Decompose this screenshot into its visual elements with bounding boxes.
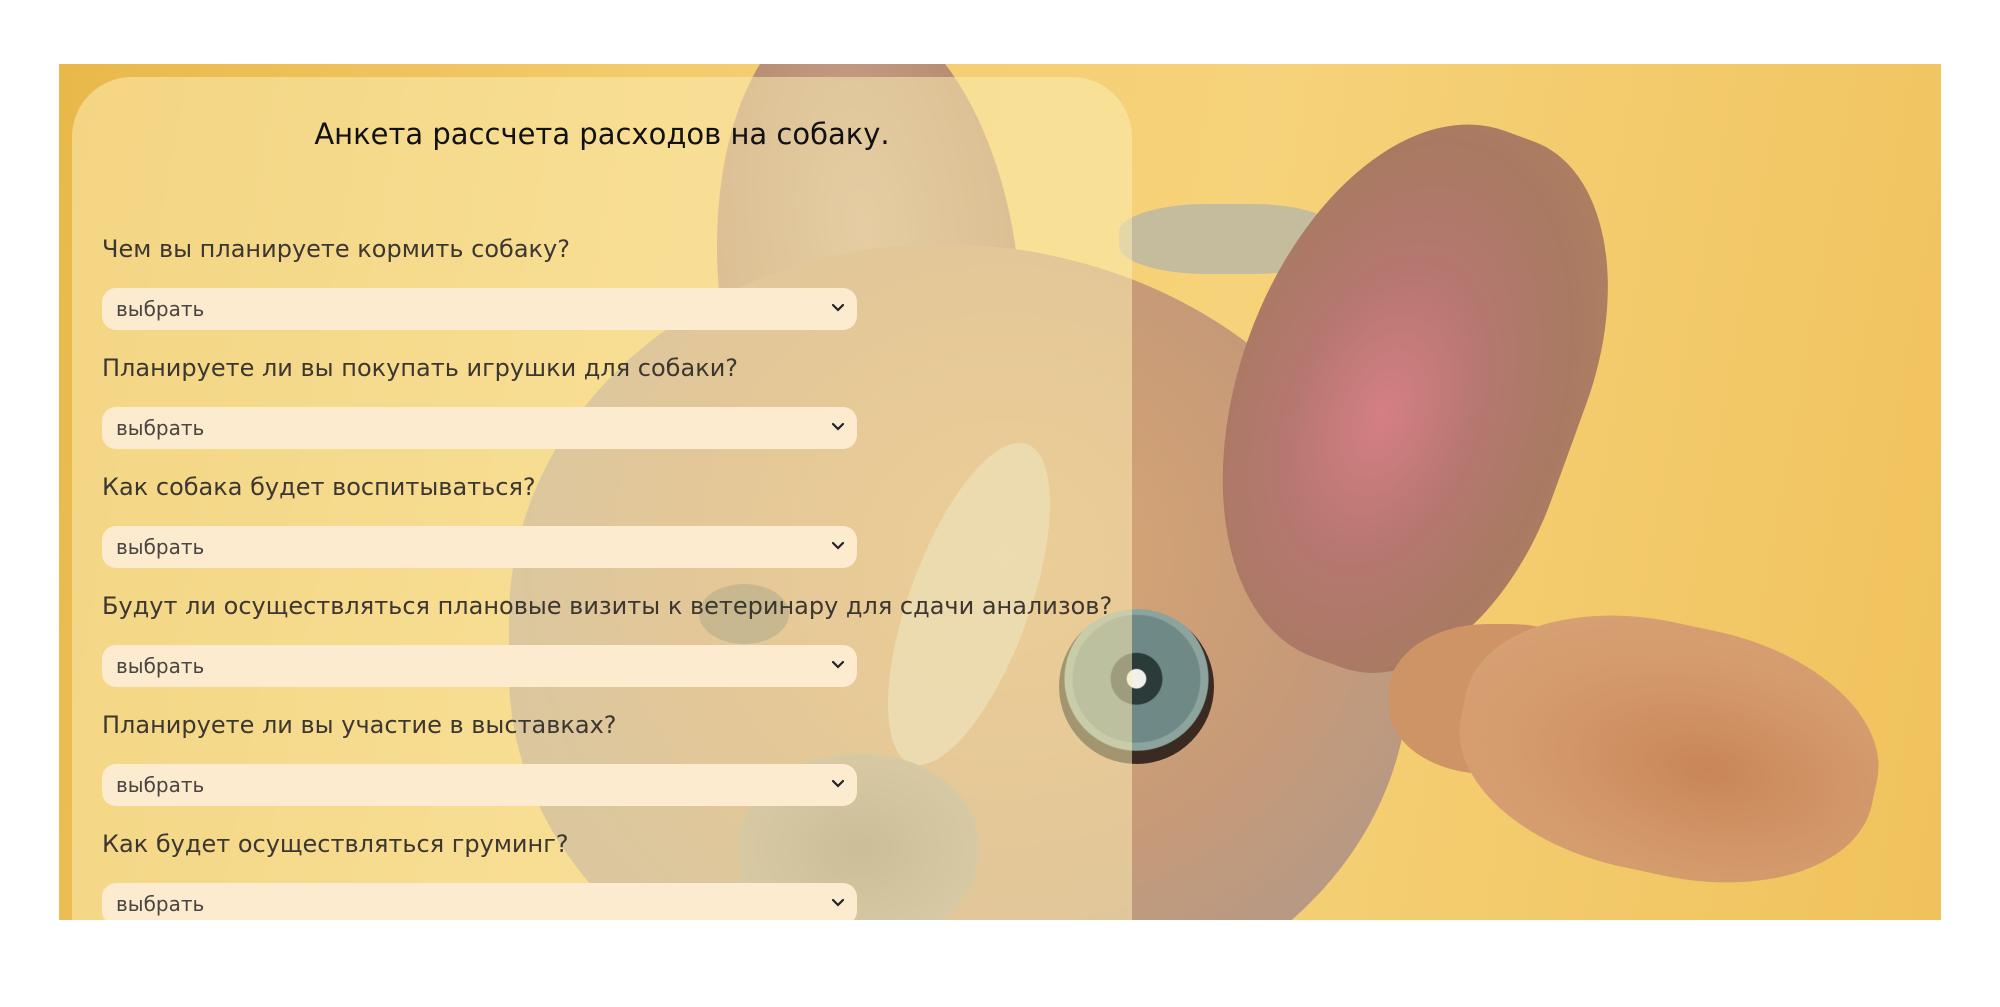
questionnaire-panel: Анкета рассчета расходов на собаку. Чем … xyxy=(72,77,1132,920)
chevron-down-icon xyxy=(831,541,845,550)
select-training[interactable]: выбрать xyxy=(102,526,857,568)
form-title: Анкета рассчета расходов на собаку. xyxy=(314,117,890,151)
select-vet[interactable]: выбрать xyxy=(102,645,857,687)
chevron-down-icon xyxy=(831,898,845,907)
select-value: выбрать xyxy=(116,654,205,678)
select-value: выбрать xyxy=(116,892,205,916)
question-label-grooming: Как будет осуществляться груминг? xyxy=(102,830,569,858)
chevron-down-icon xyxy=(831,422,845,431)
select-value: выбрать xyxy=(116,535,205,559)
question-label-shows: Планируете ли вы участие в выставках? xyxy=(102,711,617,739)
select-grooming[interactable]: выбрать xyxy=(102,883,857,920)
chevron-down-icon xyxy=(831,779,845,788)
question-label-food: Чем вы планируете кормить собаку? xyxy=(102,235,570,263)
question-label-training: Как собака будет воспитываться? xyxy=(102,473,536,501)
chevron-down-icon xyxy=(831,660,845,669)
question-label-toys: Планируете ли вы покупать игрушки для со… xyxy=(102,354,739,382)
chevron-down-icon xyxy=(831,303,845,312)
question-label-vet: Будут ли осуществляться плановые визиты … xyxy=(102,592,1113,620)
hero-banner: Анкета рассчета расходов на собаку. Чем … xyxy=(59,64,1941,920)
select-shows[interactable]: выбрать xyxy=(102,764,857,806)
select-value: выбрать xyxy=(116,297,205,321)
select-value: выбрать xyxy=(116,416,205,440)
select-food[interactable]: выбрать xyxy=(102,288,857,330)
select-value: выбрать xyxy=(116,773,205,797)
select-toys[interactable]: выбрать xyxy=(102,407,857,449)
